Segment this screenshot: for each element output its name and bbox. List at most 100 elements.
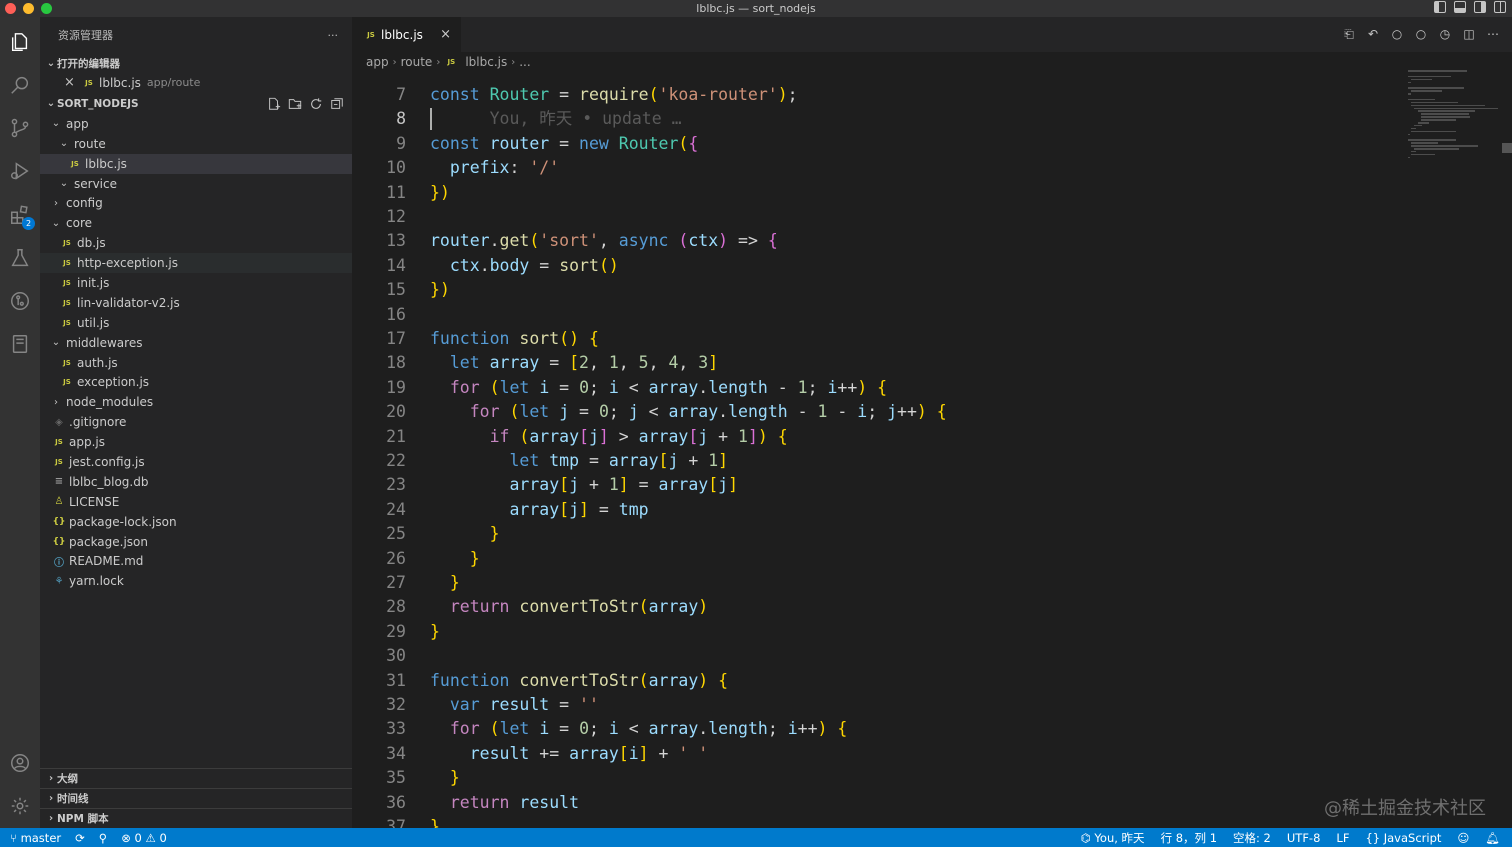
tree-item-label: auth.js (77, 355, 118, 370)
npm-scripts-section[interactable]: › NPM 脚本 (40, 808, 352, 828)
problems-status[interactable]: ⊗ 0 ⚠ 0 (121, 831, 167, 845)
split-editor-icon[interactable]: ◫ (1462, 27, 1476, 41)
source-control-icon[interactable] (8, 116, 32, 140)
git-graph-icon[interactable] (8, 289, 32, 313)
tree-file[interactable]: JS init.js (40, 273, 352, 293)
more-actions-button[interactable]: ··· (328, 29, 339, 42)
outline-section[interactable]: › 大纲 (40, 768, 352, 788)
vertical-scrollbar[interactable] (1502, 143, 1512, 153)
feedback-icon[interactable]: ☺ (1457, 831, 1469, 845)
open-editor-item[interactable]: × JS lblbc.js app/route (40, 73, 352, 93)
encoding[interactable]: UTF-8 (1287, 831, 1321, 845)
chevron-right-icon: › (511, 56, 516, 68)
tree-file[interactable]: ◈ .gitignore (40, 412, 352, 432)
open-changes-icon[interactable]: ⎗ (1342, 27, 1356, 41)
tree-item-label: lblbc.js (85, 156, 127, 171)
tree-folder[interactable]: ⌄ app (40, 114, 352, 134)
project-header[interactable]: ⌄ SORT_NODEJS (40, 94, 352, 114)
breadcrumb-route[interactable]: route (401, 55, 433, 69)
tree-folder[interactable]: › config (40, 193, 352, 213)
breadcrumb-file[interactable]: lblbc.js (465, 55, 507, 69)
collapse-all-icon[interactable] (330, 97, 344, 111)
tree-file[interactable]: JS auth.js (40, 353, 352, 373)
watermark: @稀土掘金技术社区 (1324, 798, 1486, 819)
minimap-line (1414, 148, 1460, 150)
remote-explorer-icon[interactable] (8, 332, 32, 356)
git-branch-icon: ⑂ (10, 830, 17, 845)
refresh-icon[interactable] (309, 97, 323, 111)
open-editors-header[interactable]: ⌄ 打开的编辑器 (40, 53, 352, 73)
tree-folder[interactable]: ⌄ service (40, 174, 352, 194)
tree-file[interactable]: {} package-lock.json (40, 512, 352, 532)
braces-icon: {} (1365, 830, 1381, 845)
tree-folder[interactable]: ⌄ core (40, 213, 352, 233)
toggle-primary-sidebar-icon[interactable] (1434, 1, 1446, 13)
js-file-icon: JS (63, 239, 71, 248)
minimap[interactable] (1408, 70, 1498, 160)
timeline-icon[interactable]: ◷ (1438, 27, 1452, 41)
settings-gear-icon[interactable] (8, 794, 32, 818)
new-folder-icon[interactable] (288, 97, 302, 111)
minimap-line (1411, 150, 1416, 153)
customize-layout-icon[interactable] (1494, 1, 1506, 13)
git-graph-status-icon[interactable]: ⚲ (99, 831, 107, 845)
toggle-panel-icon[interactable] (1454, 1, 1466, 13)
notifications-bell-icon[interactable]: 🔔︎ (1485, 831, 1500, 845)
extensions-icon[interactable]: 2 (8, 203, 35, 230)
tree-file[interactable]: ♙ LICENSE (40, 492, 352, 512)
more-actions-icon[interactable]: ⋯ (1486, 27, 1500, 41)
toggle-secondary-sidebar-icon[interactable] (1474, 1, 1486, 13)
tree-file[interactable]: ⓘ README.md (40, 551, 352, 571)
tree-folder[interactable]: › node_modules (40, 392, 352, 412)
chevron-right-icon: › (392, 56, 397, 68)
testing-icon[interactable] (8, 246, 32, 270)
tree-file[interactable]: JS http-exception.js (40, 253, 352, 274)
tree-file[interactable]: JS exception.js (40, 372, 352, 392)
language-mode[interactable]: {} JavaScript (1365, 831, 1441, 845)
tree-file[interactable]: {} package.json (40, 532, 352, 552)
tree-file[interactable]: JS jest.config.js (40, 452, 352, 472)
tree-file[interactable]: JS app.js (40, 432, 352, 452)
tree-item-label: LICENSE (69, 494, 120, 509)
chevron-down-icon: ⌄ (51, 118, 61, 130)
minimize-window-button[interactable] (23, 3, 34, 14)
tree-file[interactable]: ⚘ yarn.lock (40, 571, 352, 591)
explorer-icon[interactable] (8, 30, 32, 54)
account-icon[interactable] (8, 751, 32, 775)
close-tab-icon[interactable]: × (440, 27, 451, 42)
sync-icon[interactable]: ⟳ (75, 831, 85, 845)
blame-status[interactable]: ⌬ You, 昨天 (1081, 830, 1145, 846)
timeline-section[interactable]: › 时间线 (40, 788, 352, 808)
breadcrumb-symbol[interactable]: ... (519, 55, 530, 69)
cursor-position[interactable]: 行 8，列 1 (1161, 830, 1217, 846)
end-of-line[interactable]: LF (1336, 831, 1349, 845)
close-window-button[interactable] (5, 3, 16, 14)
tree-item-label: exception.js (77, 375, 150, 390)
go-back-icon[interactable]: ↶ (1366, 27, 1380, 41)
tree-file[interactable]: JS util.js (40, 313, 352, 333)
tree-folder[interactable]: ⌄ route (40, 134, 352, 154)
code-editor[interactable]: 67const Router = require('koa-router');8… (352, 77, 1402, 828)
run-debug-icon[interactable] (8, 159, 32, 183)
search-icon[interactable] (8, 73, 32, 97)
tree-folder[interactable]: ⌄ middlewares (40, 333, 352, 353)
js-file-icon: JS (63, 358, 71, 367)
minimap-line (1414, 124, 1423, 127)
maximize-window-button[interactable] (41, 3, 52, 14)
tree-file[interactable]: JS lin-validator-v2.js (40, 293, 352, 313)
branch-status[interactable]: ⑂ master (10, 831, 61, 845)
chevron-right-icon: › (48, 773, 54, 784)
extensions-badge: 2 (22, 217, 35, 230)
tree-file[interactable]: JS lblbc.js (40, 153, 352, 174)
close-icon[interactable]: × (64, 75, 78, 90)
breadcrumb-app[interactable]: app (366, 55, 389, 69)
license-file-icon: ♙ (54, 496, 64, 508)
tab-lblbc-js[interactable]: JS lblbc.js × (352, 17, 462, 52)
indentation[interactable]: 空格: 2 (1233, 830, 1271, 846)
new-file-icon[interactable] (267, 97, 281, 111)
next-change-icon[interactable]: ○ (1414, 27, 1428, 41)
tree-file[interactable]: JS db.js (40, 233, 352, 253)
window-controls (5, 3, 52, 14)
previous-change-icon[interactable]: ○ (1390, 27, 1404, 41)
tree-file[interactable]: ≡ lblbc_blog.db (40, 472, 352, 492)
